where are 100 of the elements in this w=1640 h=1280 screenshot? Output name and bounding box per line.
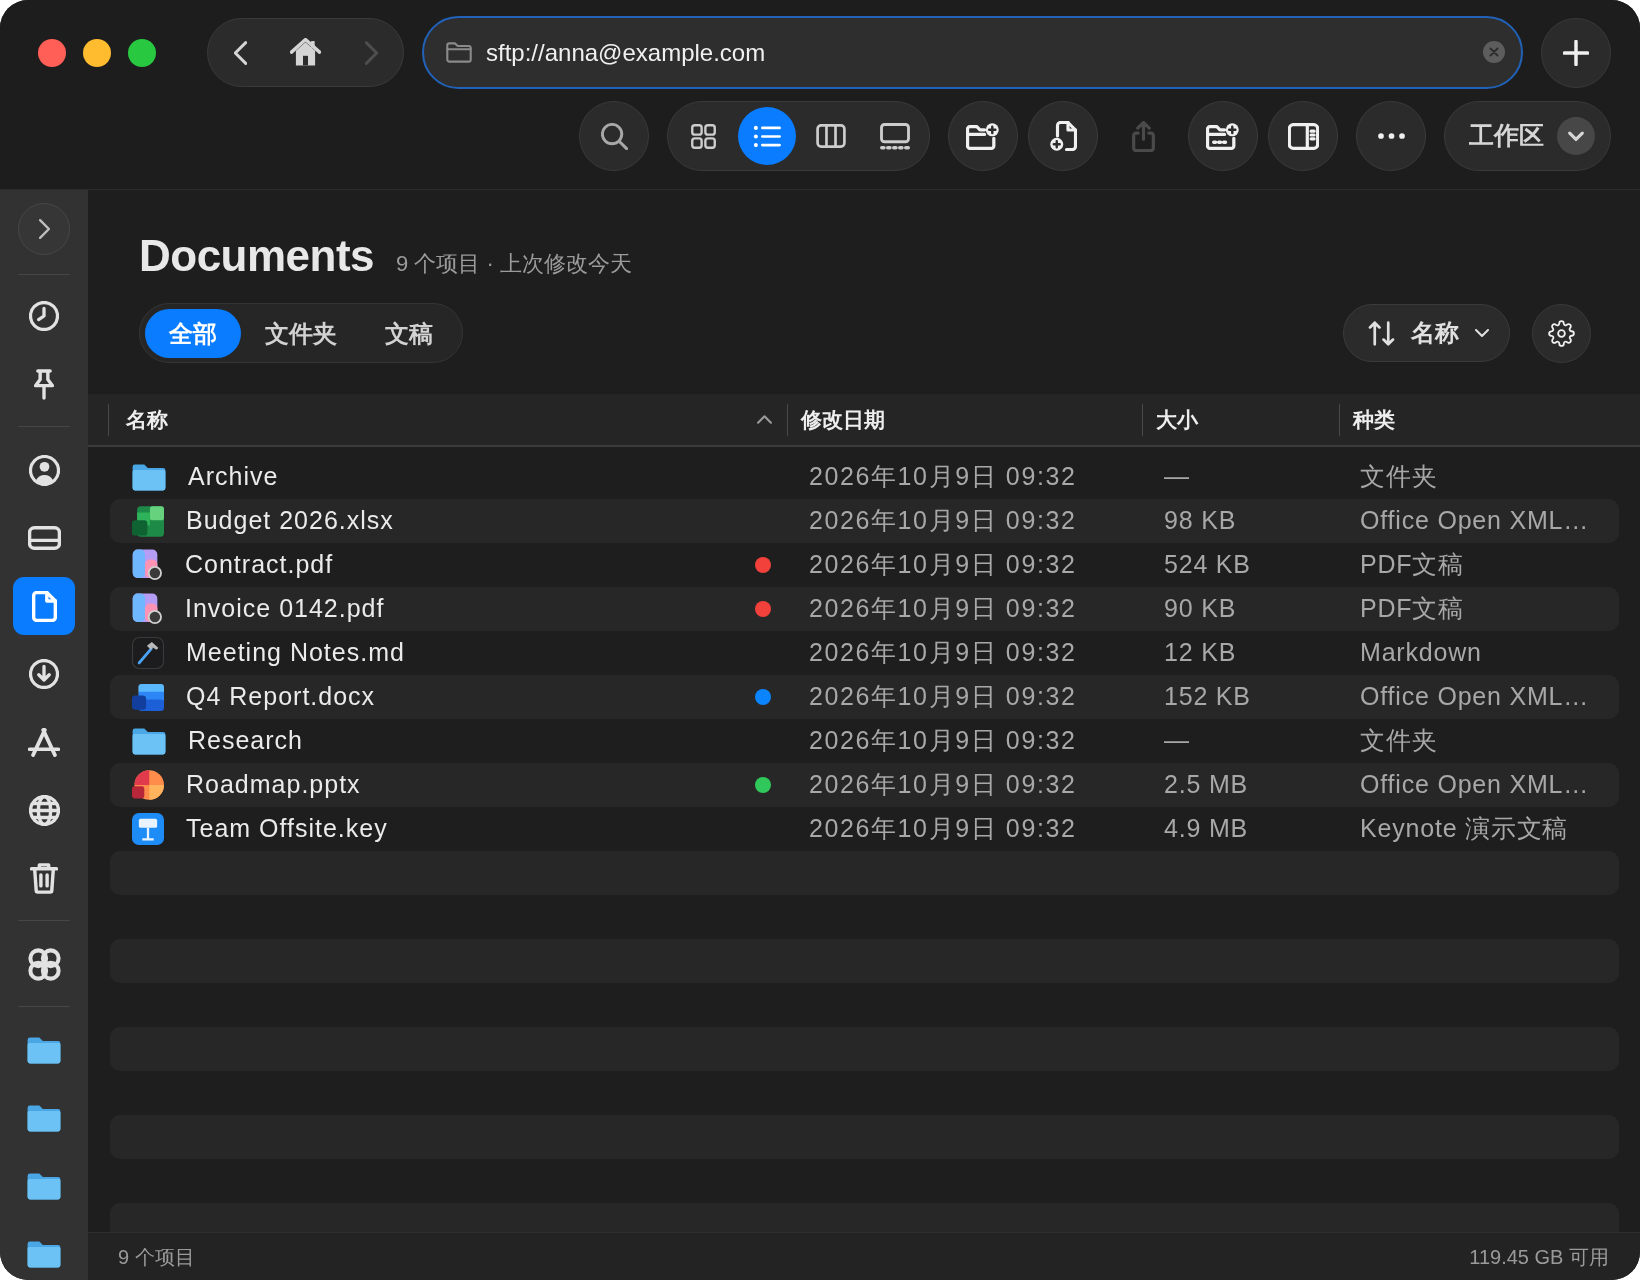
file-kind: Office Open XML… (1360, 506, 1590, 535)
address-field[interactable]: sftp://anna@example.com (422, 16, 1523, 89)
page-title: Documents (139, 230, 375, 282)
workspace-menu-button[interactable]: 工作区 (1444, 101, 1611, 171)
file-kind: Markdown (1360, 638, 1482, 667)
hammer-icon (132, 637, 164, 669)
file-name: Team Offsite.key (186, 813, 388, 845)
close-button[interactable] (38, 38, 66, 67)
folder-icon (27, 1172, 61, 1200)
clock-icon (29, 301, 59, 331)
share-icon (1131, 120, 1155, 152)
file-name: Roadmap.pptx (186, 769, 361, 801)
modified-date: 2026年10月9日 09:32 (809, 726, 1077, 755)
folder-plus-icon (966, 122, 1000, 150)
chevron-right-icon (38, 219, 50, 239)
column-header[interactable]: 修改日期 (787, 403, 1142, 436)
file-name: Meeting Notes.md (186, 637, 405, 669)
list-view-button[interactable] (738, 107, 796, 165)
file-size: 98 KB (1164, 506, 1237, 535)
folder-icon (446, 42, 472, 63)
file-size: 90 KB (1164, 594, 1237, 623)
file-size: 12 KB (1164, 638, 1237, 667)
column-header[interactable]: 名称 (108, 403, 787, 436)
modified-date: 2026年10月9日 09:32 (809, 594, 1077, 623)
clear-icon (1483, 41, 1505, 63)
plus-icon (1563, 39, 1589, 66)
sort-arrows-icon (1368, 320, 1395, 346)
modified-date: 2026年10月9日 09:32 (809, 638, 1077, 667)
ellipsis-icon (1377, 133, 1405, 139)
file-size: — (1164, 726, 1190, 755)
side-panel-icon (1287, 122, 1319, 150)
modified-date: 2026年10月9日 09:32 (809, 682, 1077, 711)
column-header[interactable]: 种类 (1339, 403, 1640, 436)
free-space: 119.45 GB 可用 (1469, 1244, 1609, 1270)
file-size: — (1164, 462, 1190, 491)
column-header[interactable]: 大小 (1142, 403, 1339, 436)
item-count: 9 个项目 (118, 1244, 195, 1270)
modified-date: 2026年10月9日 09:32 (809, 814, 1077, 843)
home-icon (290, 38, 321, 67)
chevron-down-icon (1557, 117, 1595, 155)
folder-icon (132, 463, 166, 491)
columns-icon (816, 124, 846, 148)
folder-icon (132, 727, 166, 755)
document-stack-icon (132, 683, 164, 711)
file-kind: Office Open XML… (1360, 770, 1590, 799)
file-size: 152 KB (1164, 682, 1251, 711)
file-name: Budget 2026.xlsx (186, 505, 394, 537)
sidebar-item[interactable] (13, 577, 75, 635)
file-size: 2.5 MB (1164, 770, 1248, 799)
trash-icon (30, 862, 58, 894)
chevron-up-icon (757, 415, 772, 424)
file-name: Archive (188, 461, 279, 493)
file-kind: Keynote 演示文稿 (1360, 814, 1569, 843)
file-name: Q4 Report.docx (186, 681, 376, 713)
globe-icon (28, 794, 60, 826)
filter-tab[interactable]: 文件夹 (241, 308, 361, 358)
gallery-icon (880, 122, 910, 150)
image-document-icon (132, 593, 163, 625)
file-kind: 文件夹 (1360, 462, 1438, 491)
file-size: 524 KB (1164, 550, 1251, 579)
file-kind: PDF文稿 (1360, 594, 1464, 623)
download-icon (29, 659, 59, 689)
sidebar-toggle-button[interactable] (18, 203, 70, 255)
spreadsheet-icon (132, 505, 164, 537)
chevron-left-icon (233, 40, 247, 65)
file-name: Invoice 0142.pdf (185, 593, 385, 625)
file-row[interactable]: Q4 Report.docx 2026年10月9日 09:32 152 KB Office Open XML… (110, 675, 1619, 719)
flower-icon (27, 947, 61, 981)
folder-icon (27, 1036, 61, 1064)
modified-date: 2026年10月9日 09:32 (809, 770, 1077, 799)
filter-tab[interactable]: 全部 (145, 308, 241, 358)
file-kind: PDF文稿 (1360, 550, 1464, 579)
modified-date: 2026年10月9日 09:32 (809, 550, 1077, 579)
item-summary: 9 个项目 · 上次修改今天 (396, 250, 632, 278)
file-plus-icon (1049, 121, 1077, 151)
list-icon (753, 124, 781, 148)
sort-button[interactable]: 名称 (1343, 304, 1510, 362)
pin-icon (34, 368, 54, 400)
grid-icon (690, 123, 716, 149)
minimize-button[interactable] (83, 38, 111, 67)
file-kind: 文件夹 (1360, 726, 1438, 755)
file-row[interactable]: Roadmap.pptx 2026年10月9日 09:32 2.5 MB Office Open XML… (110, 763, 1619, 807)
folder-icon (27, 1240, 61, 1268)
file-row[interactable]: Budget 2026.xlsx 2026年10月9日 09:32 98 KB Office Open XML… (110, 499, 1619, 543)
document-icon (31, 590, 57, 622)
filter-tab[interactable]: 文稿 (361, 308, 457, 358)
zoom-button[interactable] (128, 38, 156, 67)
file-row[interactable]: Invoice 0142.pdf 2026年10月9日 09:32 90 KB PDF文稿 (110, 587, 1619, 631)
folder-dots-plus-icon (1206, 122, 1240, 150)
gear-icon (1548, 319, 1575, 347)
modified-date: 2026年10月9日 09:32 (809, 462, 1077, 491)
drive-icon (27, 526, 61, 550)
folder-icon (27, 1104, 61, 1132)
chevron-down-icon (1475, 329, 1489, 337)
pie-chart-icon (132, 770, 164, 800)
person-icon (28, 454, 60, 486)
file-name: Research (188, 725, 303, 757)
file-size: 4.9 MB (1164, 814, 1248, 843)
file-kind: Office Open XML… (1360, 682, 1590, 711)
podium-icon (132, 813, 164, 845)
